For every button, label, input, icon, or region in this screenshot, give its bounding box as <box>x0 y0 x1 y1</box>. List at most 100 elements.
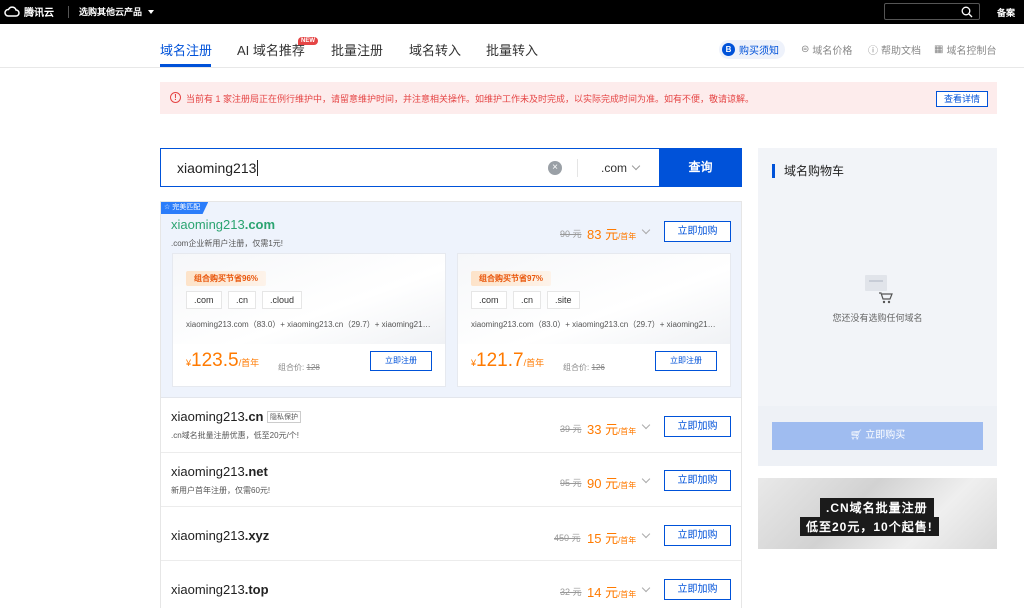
tab-batch-transfer[interactable]: 批量转入 <box>486 40 538 59</box>
register-now-button[interactable]: 立即注册 <box>370 351 432 371</box>
combo-price-label: 组合价: <box>278 363 305 372</box>
bundle-card: 组合购买节省96% .com .cn .cloud xiaoming213.co… <box>172 253 446 387</box>
featured-result: ☆ 完美匹配 xiaoming213.com .com企业新用户注册，仅需1元!… <box>161 202 741 398</box>
perfect-match-label: 完美匹配 <box>172 204 201 211</box>
bundle-save-tag: 组合购买节省96% <box>186 271 267 286</box>
search-input[interactable]: xiaoming213 <box>177 160 259 176</box>
bundle-price-value: 123.5 <box>191 350 239 371</box>
original-price: 450 元 <box>554 533 581 543</box>
domain-price-link[interactable]: ⊜ 域名价格 <box>801 42 852 57</box>
promo-banner[interactable]: .CN域名批量注册 低至20元，10个起售! <box>758 478 997 549</box>
domain-subtitle: 新用户首年注册，仅需60元! <box>171 486 271 495</box>
bundle-price: ¥121.7/首年 <box>471 350 544 372</box>
price-value: 83 元 <box>587 227 619 242</box>
cart-title: 域名购物车 <box>772 164 844 178</box>
grid-icon: ▦ <box>934 44 944 55</box>
topbar-divider <box>68 6 69 18</box>
text-cursor <box>257 160 259 176</box>
domain-search-field[interactable]: xiaoming213 × .com <box>160 148 660 187</box>
add-to-cart-button[interactable]: 立即加购 <box>664 470 731 491</box>
price-unit: /首年 <box>618 232 637 241</box>
product-select[interactable]: 选购其他云产品 <box>79 5 155 18</box>
domain-cart: 域名购物车 您还没有选购任何域名 🛒︎ 立即购买 <box>758 148 997 466</box>
original-price: 39 元 <box>560 424 582 434</box>
domain-name-base: xiaoming213 <box>171 528 245 543</box>
buy-notice-link[interactable]: B 购买须知 <box>719 40 785 59</box>
buy-notice-label: 购买须知 <box>739 46 779 57</box>
cloud-logo-icon <box>4 5 20 17</box>
clear-icon[interactable]: × <box>548 161 562 175</box>
domain-name: xiaoming213.net <box>171 464 268 479</box>
logo-text: 腾讯云 <box>24 8 54 19</box>
domain-name: xiaoming213.com <box>171 217 275 232</box>
alert-icon: ! <box>170 92 181 103</box>
ext-chip: .site <box>547 291 580 309</box>
domain-console-label: 域名控制台 <box>946 46 997 57</box>
price-unit: /首年 <box>618 481 637 490</box>
ext-chip: .com <box>186 291 222 309</box>
combo-original-price: 126 <box>591 363 605 372</box>
cart-icon: 🛒︎ <box>849 430 863 441</box>
original-price: 90 元 <box>560 229 582 239</box>
add-to-cart-button[interactable]: 立即加购 <box>664 579 731 600</box>
view-details-button[interactable]: 查看详情 <box>936 91 988 107</box>
help-docs-link[interactable]: ⓘ 帮助文档 <box>868 42 921 57</box>
results-list: ☆ 完美匹配 xiaoming213.com .com企业新用户注册，仅需1元!… <box>160 201 742 608</box>
add-to-cart-button[interactable]: 立即加购 <box>664 221 731 242</box>
add-to-cart-button[interactable]: 立即加购 <box>664 525 731 546</box>
bundle-card: 组合购买节省97% .com .cn .site xiaoming213.com… <box>457 253 731 387</box>
suffix-value: .com <box>601 161 628 175</box>
tab-nav: 域名注册 AI 域名推荐 NEW 批量注册 域名转入 批量转入 B 购买须知 ⊜… <box>0 24 1024 68</box>
domain-row: xiaoming213.net 新用户首年注册，仅需60元! 95 元 90 元… <box>161 453 741 507</box>
tab-domain-transfer[interactable]: 域名转入 <box>409 40 461 59</box>
expand-chevron-icon[interactable] <box>641 474 651 484</box>
combo-original-price: 128 <box>306 363 320 372</box>
ext-chip: .cn <box>228 291 257 309</box>
cart-footer: 🛒︎ 立即购买 <box>758 406 997 466</box>
domain-name: xiaoming213.cn <box>171 409 264 424</box>
tab-batch-register[interactable]: 批量注册 <box>331 40 383 59</box>
price-tag-icon: ⊜ <box>801 44 810 55</box>
ext-chip: .cn <box>513 291 542 309</box>
banner-line-1: .CN域名批量注册 <box>820 498 934 517</box>
add-to-cart-button[interactable]: 立即加购 <box>664 416 731 437</box>
query-button[interactable]: 查询 <box>659 148 742 187</box>
domain-ext: .xyz <box>244 528 270 543</box>
alert-text: 当前有 1 家注册局正在例行维护中，请留意维护时间，并注意相关操作。如维护工作未… <box>186 94 755 104</box>
domain-console-link[interactable]: ▦ 域名控制台 <box>934 42 996 57</box>
beian-link[interactable]: 备案 <box>997 6 1015 19</box>
buy-now-button[interactable]: 🛒︎ 立即购买 <box>772 422 983 450</box>
domain-price-label: 域名价格 <box>812 46 853 57</box>
top-search-input[interactable] <box>884 3 980 20</box>
caret-down-icon <box>148 9 155 14</box>
domain-ext: .net <box>244 464 268 479</box>
suffix-select[interactable]: .com <box>601 161 641 175</box>
bundle-price: ¥123.5/首年 <box>186 350 259 372</box>
expand-chevron-icon[interactable] <box>641 583 651 593</box>
search-icon[interactable] <box>961 6 973 18</box>
expand-chevron-icon[interactable] <box>641 529 651 539</box>
info-b-icon: B <box>722 43 735 56</box>
bundle-combo-detail: xiaoming213.com（83.0）+ xiaoming213.cn（29… <box>186 320 432 329</box>
domain-subtitle: .cn域名批量注册优惠，低至20元/个! <box>171 431 300 440</box>
price-unit: /首年 <box>618 427 637 436</box>
bundle-save-tag: 组合购买节省97% <box>471 271 552 286</box>
expand-chevron-icon[interactable] <box>641 420 651 430</box>
price-unit: /首年 <box>618 536 637 545</box>
product-select-label: 选购其他云产品 <box>79 7 143 17</box>
tab-ai-recommend[interactable]: AI 域名推荐 <box>237 40 305 59</box>
domain-name: xiaoming213.top <box>171 582 269 597</box>
domain-name: xiaoming213.xyz <box>171 528 269 543</box>
combo-price-label: 组合价: <box>563 363 590 372</box>
bundle-price-unit: /首年 <box>523 358 545 368</box>
register-now-button[interactable]: 立即注册 <box>655 351 717 371</box>
original-price: 32 元 <box>560 587 582 597</box>
tencent-cloud-logo[interactable]: 腾讯云 <box>4 4 54 19</box>
domain-row: xiaoming213.cn 隐私保护 .cn域名批量注册优惠，低至20元/个!… <box>161 399 741 453</box>
domain-name-base: xiaoming213 <box>171 409 245 424</box>
expand-chevron-icon[interactable] <box>641 225 651 235</box>
original-price: 95 元 <box>560 478 582 488</box>
tab-domain-register[interactable]: 域名注册 <box>160 40 212 59</box>
domain-name-base: xiaoming213 <box>171 464 245 479</box>
empty-cart-icon <box>865 275 893 304</box>
